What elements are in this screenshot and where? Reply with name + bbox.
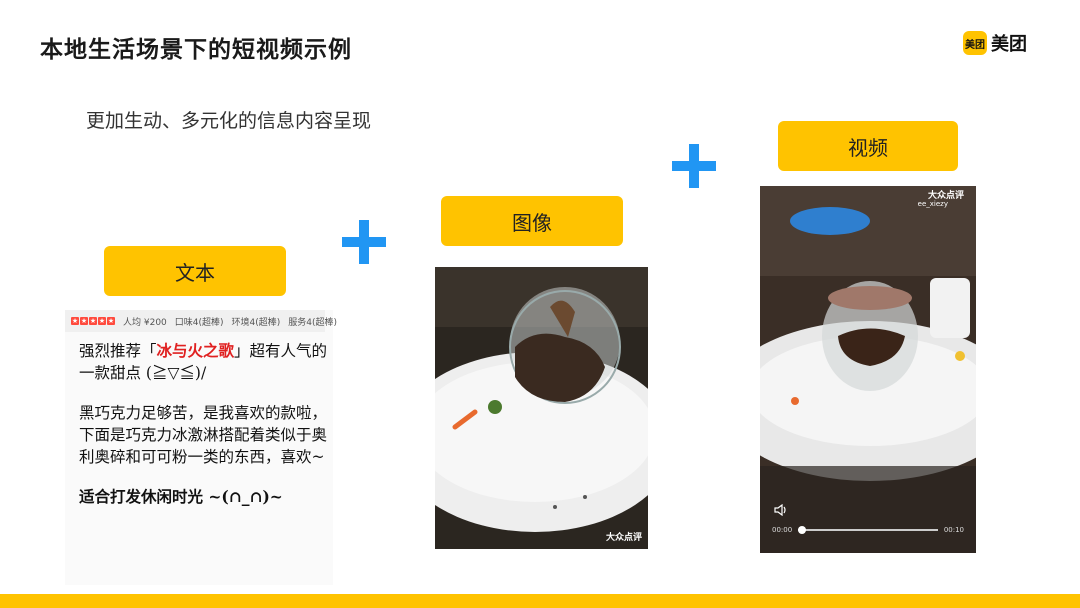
rating-stars: ★ ★ ★ ★ ★ <box>71 317 115 325</box>
review-card: ★ ★ ★ ★ ★ 人均 ¥200 口味4(超棒) 环境4(超棒) 服务4(超棒… <box>65 310 337 585</box>
avg-price: 人均 ¥200 <box>123 317 167 328</box>
video-controls: 00:00 00:10 <box>772 523 964 537</box>
video-progress-knob[interactable] <box>798 526 807 534</box>
dish-name-highlight: 冰与火之歌 <box>156 341 235 360</box>
footer-bar <box>0 594 1080 608</box>
star-icon: ★ <box>71 317 79 325</box>
page-title: 本地生活场景下的短视频示例 <box>40 37 352 63</box>
video-user: ee_xiezy <box>917 200 948 208</box>
env-score: 环境4(超棒) <box>231 317 281 328</box>
video-tag: 视频 <box>778 121 958 171</box>
dessert-photo: 大众点评 <box>435 267 648 549</box>
plus-icon <box>342 220 386 264</box>
review-paragraph-1: 强烈推荐「冰与火之歌」超有人气的一款甜点 (≧▽≦)/ <box>79 341 328 382</box>
plus-icon <box>672 144 716 188</box>
text-tag: 文本 <box>104 246 286 296</box>
review-paragraph-3: 适合打发休闲时光 ~(∩_∩)~ <box>79 487 283 506</box>
volume-icon[interactable] <box>774 501 788 517</box>
meituan-logo: 美团 美团 <box>963 30 1027 56</box>
video-progress-track[interactable] <box>798 526 938 534</box>
service-score: 服务4(超棒) <box>288 317 338 328</box>
subtitle: 更加生动、多元化的信息内容呈现 <box>86 110 372 132</box>
star-icon: ★ <box>107 317 115 325</box>
video-time-total: 00:10 <box>943 526 964 534</box>
video-time-current: 00:00 <box>772 526 793 534</box>
taste-score: 口味4(超棒) <box>174 317 224 328</box>
star-icon: ★ <box>89 317 97 325</box>
rating-bar: ★ ★ ★ ★ ★ 人均 ¥200 口味4(超棒) 环境4(超棒) 服务4(超棒… <box>65 310 337 332</box>
image-tag: 图像 <box>441 196 623 246</box>
star-icon: ★ <box>80 317 88 325</box>
meituan-logo-text: 美团 <box>991 34 1027 55</box>
dessert-video[interactable]: 大众点评 ee_xiezy 00:00 00:10 <box>760 186 976 553</box>
meituan-logo-badge: 美团 <box>963 31 987 55</box>
star-icon: ★ <box>98 317 106 325</box>
review-paragraph-2: 黑巧克力足够苦，是我喜欢的款啦，下面是巧克力冰激淋搭配着类似于奥利奥碎和可可粉一… <box>79 404 328 466</box>
photo-watermark: 大众点评 <box>605 533 642 543</box>
review-text: 强烈推荐「冰与火之歌」超有人气的一款甜点 (≧▽≦)/ 黑巧克力足够苦，是我喜欢… <box>79 340 329 526</box>
